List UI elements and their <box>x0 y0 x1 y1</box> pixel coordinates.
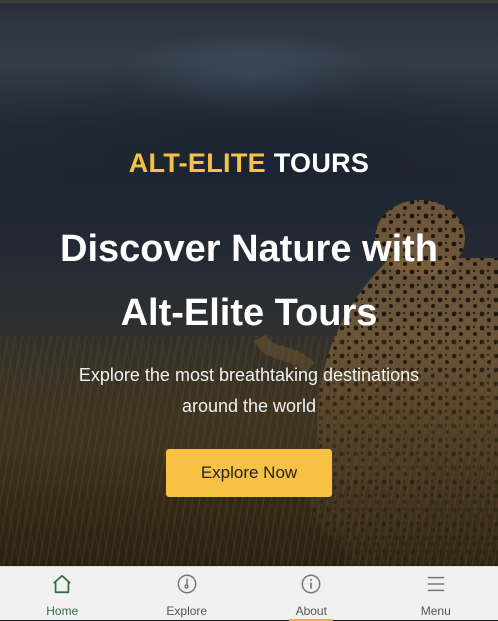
nav-item-about[interactable]: About <box>249 567 374 621</box>
info-icon <box>300 573 322 595</box>
nav-label-explore: Explore <box>166 604 207 618</box>
home-icon <box>51 573 73 595</box>
hero-subtext: Explore the most breathtaking destinatio… <box>60 360 438 422</box>
nav-item-explore[interactable]: Explore <box>125 567 250 621</box>
top-edge-bar <box>0 0 498 3</box>
brand-title: ALT-ELITE TOURS <box>0 148 498 179</box>
brand-name-part2: TOURS <box>266 148 369 178</box>
nav-label-menu: Menu <box>421 604 451 618</box>
nav-item-menu[interactable]: Menu <box>374 567 498 621</box>
nav-label-home: Home <box>46 604 78 618</box>
explore-now-button[interactable]: Explore Now <box>166 449 332 497</box>
nav-item-home[interactable]: Home <box>0 567 125 621</box>
bottom-navigation: Home Explore About Menu <box>0 566 498 620</box>
menu-icon <box>425 573 447 595</box>
compass-icon <box>176 573 198 595</box>
brand-name-part1: ALT-ELITE <box>129 148 266 178</box>
nav-label-about: About <box>296 604 327 618</box>
headline-line-1: Discover Nature with <box>0 217 498 281</box>
hero-section: ALT-ELITE TOURS Discover Nature with Alt… <box>0 3 498 566</box>
headline-line-2: Alt-Elite Tours <box>0 281 498 345</box>
hero-headline: Discover Nature with Alt-Elite Tours <box>0 217 498 345</box>
